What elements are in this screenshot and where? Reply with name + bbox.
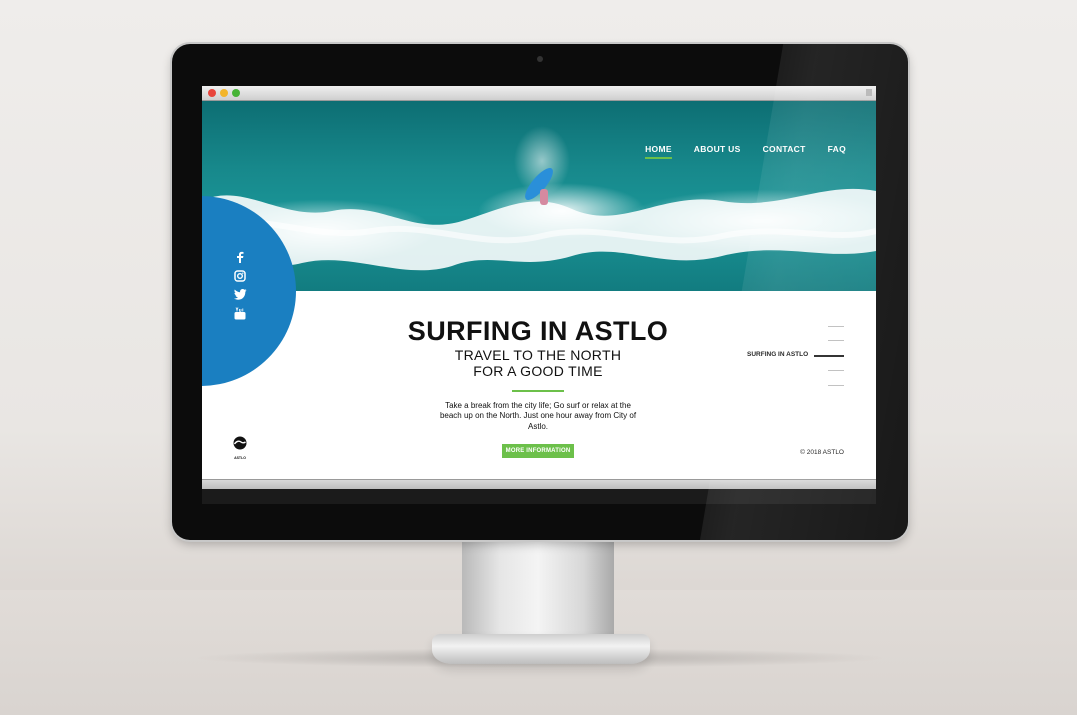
hero-description: Take a break from the city life; Go surf… [439,400,637,431]
section-nav-item[interactable] [828,326,844,327]
camera-icon [537,56,543,62]
title-divider [512,390,564,392]
section-nav-active-line [814,355,844,357]
hero-image: HOME ABOUT US CONTACT FAQ [202,101,876,291]
copyright: © 2018 ASTLO [800,449,844,456]
browser-window: HOME ABOUT US CONTACT FAQ SURFING IN AST… [202,86,876,504]
monitor-stand [462,538,614,635]
nav-faq[interactable]: FAQ [828,144,846,159]
close-window-button[interactable] [208,89,216,97]
section-nav-active-label[interactable]: SURFING IN ASTLO [747,351,808,358]
main-nav: HOME ABOUT US CONTACT FAQ [645,144,846,159]
social-links [233,251,247,320]
subtitle-line-1: TRAVEL TO THE NORTH [454,347,622,363]
section-nav-item[interactable] [828,340,844,341]
subtitle-line-2: FOR A GOOD TIME [473,363,603,379]
horizontal-scrollbar[interactable] [202,479,876,489]
monitor-base [432,634,650,664]
section-nav-item[interactable] [828,370,844,371]
nav-contact[interactable]: CONTACT [763,144,806,159]
youtube-icon[interactable] [234,307,246,320]
hero-content: SURFING IN ASTLO TRAVEL TO THE NORTH FOR… [398,316,678,458]
wave-foam [202,188,876,271]
screen-bottom-edge [202,489,876,504]
astlo-logo[interactable]: ASTLO [232,436,248,460]
facebook-icon[interactable] [235,251,245,263]
nav-home[interactable]: HOME [645,144,672,159]
page-title: SURFING IN ASTLO [407,316,669,346]
more-information-button[interactable]: MORE INFORMATION [501,444,575,458]
instagram-icon[interactable] [234,270,246,282]
lock-icon [866,89,872,96]
nav-about-us[interactable]: ABOUT US [694,144,741,159]
logo-text: ASTLO [234,456,246,460]
surfer [540,189,548,205]
minimize-window-button[interactable] [220,89,228,97]
twitter-icon[interactable] [233,289,247,300]
browser-titlebar [202,86,876,101]
section-nav-item[interactable] [828,385,844,386]
zoom-window-button[interactable] [232,89,240,97]
wave-logo-icon [233,436,247,450]
